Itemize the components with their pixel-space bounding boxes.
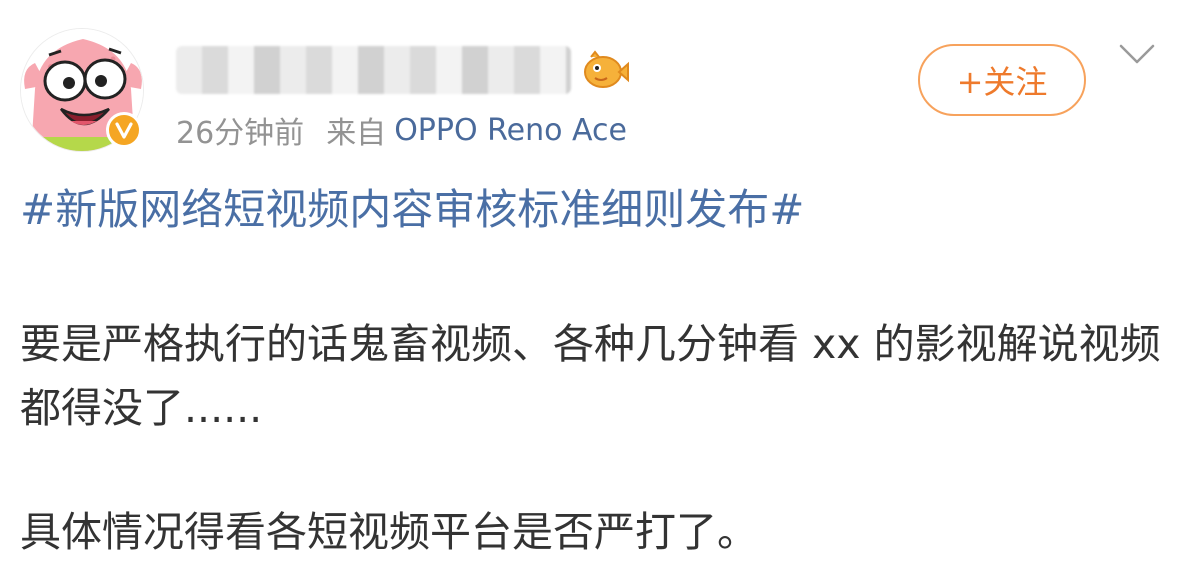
username-blurred[interactable] [176,46,571,94]
post-paragraph: 具体情况得看各短视频平台是否严打了。 [20,508,758,556]
source-device[interactable]: OPPO Reno Ace [394,113,627,148]
avatar-container[interactable] [20,28,144,152]
verified-v-icon [115,122,133,139]
chevron-down-icon[interactable] [1118,42,1156,68]
source-label: 来自 [326,116,387,151]
verified-badge-icon [106,112,142,148]
follow-button[interactable]: +关注 [918,44,1086,116]
post-time[interactable]: 26分钟前 [176,108,304,152]
post-paragraph: 要是严格执行的话鬼畜视频、各种几分钟看 xx 的影视解说视频都得没了...... [20,320,1161,432]
topic-hashtag-link[interactable]: #新版网络短视频内容审核标准细则发布# [20,182,804,238]
weibo-post: 26分钟前 来自 OPPO Reno Ace +关注 #新版网络短视频内容审核标… [0,0,1190,570]
post-meta: 26分钟前 来自 OPPO Reno Ace [176,108,627,152]
fan-badge-fish-icon [584,50,629,88]
username-row [176,42,629,98]
